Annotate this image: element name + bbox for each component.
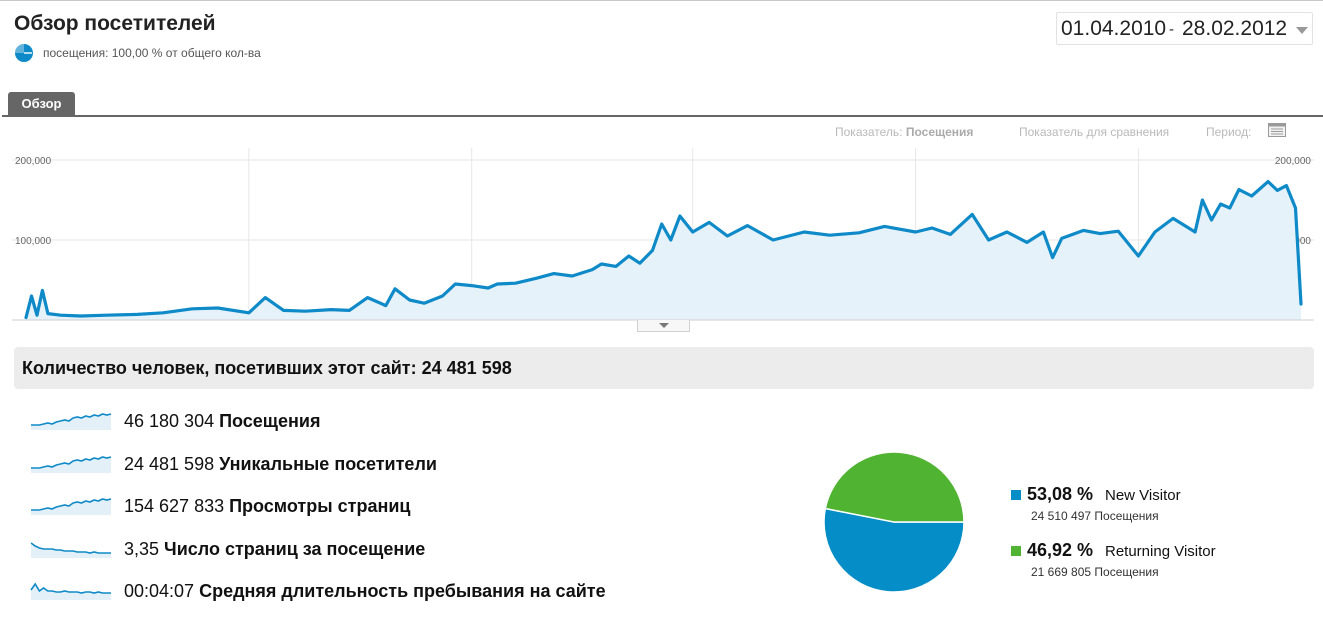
chart-collapse-toggle[interactable] — [637, 320, 690, 332]
top-border — [0, 0, 1323, 1]
metric-label[interactable]: Просмотры страниц — [229, 496, 410, 517]
metric-row-unique-visitors[interactable]: 24 481 598 Уникальные посетители — [30, 450, 437, 478]
summary-label: Количество человек, посетивших этот сайт… — [22, 358, 417, 378]
chevron-down-icon — [1296, 27, 1308, 34]
metric-label[interactable]: Число страниц за посещение — [164, 539, 425, 560]
date-separator: - — [1169, 21, 1174, 38]
legend-visits: 24 510 497 Посещения — [1031, 509, 1159, 523]
metric-value: 3,35 — [124, 538, 160, 559]
segment-text: посещения: 100,00 % от общего кол-ва — [43, 46, 261, 60]
metric-row-visits[interactable]: 46 180 304 Посещения — [30, 407, 320, 435]
sparkline-icon — [30, 582, 111, 600]
metric-value: 24 481 598 — [124, 453, 215, 474]
metric-selector[interactable]: Показатель: Посещения — [835, 125, 973, 139]
metric-row-avg-duration[interactable]: 00:04:07 Средняя длительность пребывания… — [30, 577, 606, 605]
calendar-icon[interactable] — [1268, 123, 1286, 137]
sparkline-icon — [31, 456, 112, 473]
metric-row-pageviews[interactable]: 154 627 833 Просмотры страниц — [30, 492, 410, 520]
metric-label[interactable]: Уникальные посетители — [219, 454, 437, 475]
chevron-down-icon — [659, 323, 669, 328]
legend-name: Returning Visitor — [1105, 543, 1216, 560]
sparkline-icon — [30, 542, 111, 558]
summary-bar: Количество человек, посетивших этот сайт… — [14, 347, 1314, 389]
y-tick-label-right: 200,000 — [1275, 156, 1312, 167]
summary-value: 24 481 598 — [421, 358, 512, 378]
metric-label[interactable]: Посещения — [219, 411, 320, 432]
legend-percent: 53,08 % — [1027, 484, 1094, 504]
metric-value: Посещения — [905, 125, 974, 139]
legend-name: New Visitor — [1105, 487, 1181, 504]
y-tick-label-left: 100,000 — [15, 236, 52, 247]
metric-prefix: Показатель: — [835, 125, 903, 139]
legend-percent: 46,92 % — [1027, 540, 1094, 560]
date-end: 28.02.2012 — [1182, 17, 1288, 40]
compare-metric-selector[interactable]: Показатель для сравнения — [1019, 125, 1169, 139]
segment-pie-icon — [15, 44, 33, 62]
tab-underline — [2, 115, 1323, 117]
visits-chart-svg: 200,000200,000100,000100,0001 авг1 дек1 … — [0, 140, 1323, 330]
tab-overview[interactable]: Обзор — [8, 92, 75, 116]
metric-value: 46 180 304 — [124, 410, 215, 431]
period-label: Период: — [1206, 125, 1252, 139]
legend-visits: 21 669 805 Посещения — [1031, 565, 1159, 579]
metric-label[interactable]: Средняя длительность пребывания на сайте — [199, 581, 606, 602]
metric-value: 00:04:07 — [124, 580, 195, 601]
date-range-picker[interactable]: 01.04.2010 - 28.02.2012 — [1056, 12, 1313, 45]
visitor-type-pie-chart[interactable] — [822, 450, 966, 594]
date-start: 01.04.2010 — [1061, 17, 1167, 40]
y-tick-label-left: 200,000 — [15, 156, 52, 167]
metric-row-pages-per-visit[interactable]: 3,35 Число страниц за посещение — [30, 535, 425, 563]
sparkline-icon — [31, 498, 112, 515]
visits-chart[interactable]: 200,000200,000100,000100,0001 авг1 дек1 … — [0, 140, 1323, 330]
pie-slice-returning-visitor[interactable] — [824, 451, 965, 523]
sparkline-icon — [31, 413, 112, 430]
metric-value: 154 627 833 — [124, 495, 225, 516]
page-title: Обзор посетителей — [14, 12, 216, 35]
legend-swatch — [1011, 546, 1021, 556]
summary-text: Количество человек, посетивших этот сайт… — [22, 358, 512, 379]
legend-swatch — [1011, 490, 1021, 500]
segment-indicator: посещения: 100,00 % от общего кол-ва — [14, 44, 261, 62]
